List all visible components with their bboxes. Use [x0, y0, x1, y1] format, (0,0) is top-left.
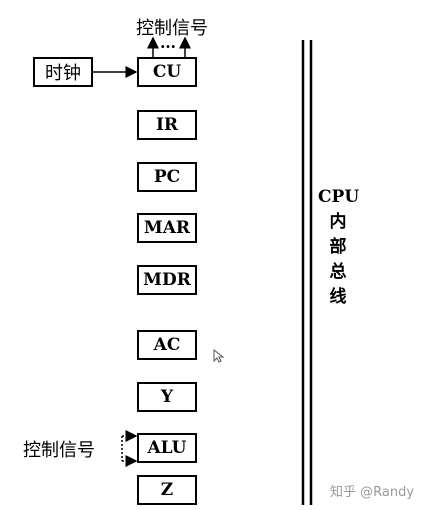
- register-mar: MAR: [137, 213, 197, 243]
- register-y-label: Y: [160, 387, 174, 407]
- register-pc-label: PC: [153, 167, 181, 187]
- bus-label-line-3: 部: [329, 237, 347, 257]
- register-mdr-label: MDR: [143, 270, 191, 290]
- control-ellipsis: …: [160, 33, 176, 52]
- clock-box: 时钟: [33, 57, 93, 87]
- register-alu-label: ALU: [147, 438, 187, 458]
- bus-label-line-1: CPU: [318, 187, 360, 207]
- watermark: 知乎 @Randy: [330, 485, 415, 500]
- register-ir-label: IR: [155, 115, 179, 135]
- clock-label: 时钟: [45, 63, 81, 84]
- register-z-label: Z: [160, 480, 174, 500]
- register-mdr: MDR: [137, 265, 197, 295]
- register-y: Y: [137, 382, 197, 412]
- register-cu-label: CU: [152, 62, 182, 82]
- register-pc: PC: [137, 162, 197, 192]
- register-z: Z: [137, 475, 197, 505]
- register-ir: IR: [137, 110, 197, 140]
- cpu-internal-bus-label: CPU 内 部 总 线: [318, 185, 360, 310]
- register-alu: ALU: [137, 433, 197, 463]
- bus-label-line-5: 线: [329, 287, 347, 307]
- register-ac-label: AC: [153, 335, 181, 355]
- cursor-icon: [213, 348, 225, 363]
- alu-control-signal-label: 控制信号: [23, 440, 95, 461]
- register-cu: CU: [137, 57, 197, 87]
- register-ac: AC: [137, 330, 197, 360]
- register-mar-label: MAR: [143, 218, 191, 238]
- bus-label-line-2: 内: [329, 212, 347, 232]
- bus-label-line-4: 总: [329, 262, 347, 282]
